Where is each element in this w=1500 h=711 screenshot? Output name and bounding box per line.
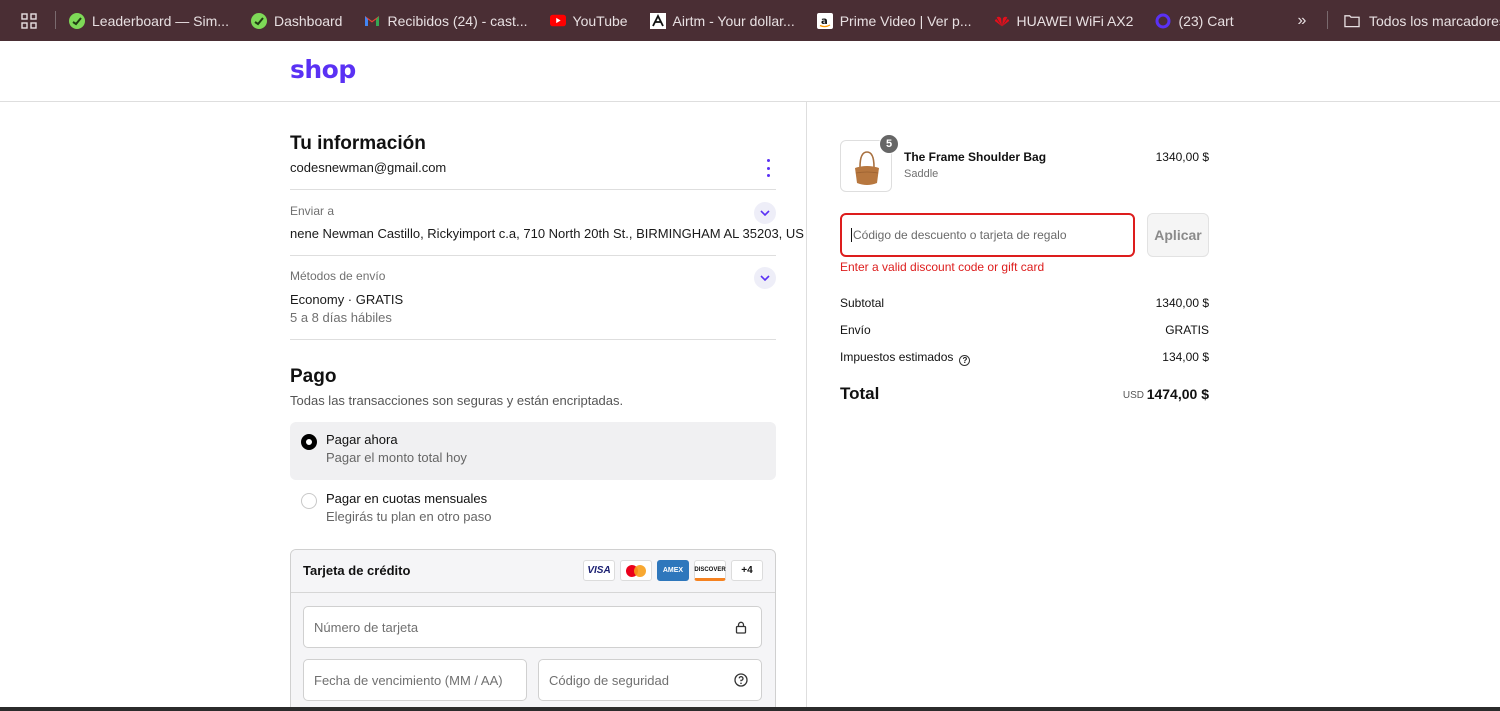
bookmark-gmail[interactable]: Recibidos (24) - cast... — [353, 0, 538, 41]
security-code-field[interactable]: Código de seguridad — [538, 659, 762, 701]
total-label: Total — [840, 384, 880, 403]
shipping-address: nene Newman Castillo, Rickyimport c.a, 7… — [290, 226, 804, 241]
folder-icon — [1344, 13, 1360, 29]
divider — [290, 339, 776, 340]
credit-card-header: Tarjeta de crédito VISA AMEX DISCOVER +4 — [291, 550, 775, 593]
discover-icon: DISCOVER — [694, 560, 726, 581]
text-caret — [851, 228, 852, 242]
taxes-label: Impuestos estimados — [840, 350, 954, 364]
quantity-badge: 5 — [879, 134, 899, 154]
bookmark-huawei[interactable]: HUAWEI WiFi AX2 — [983, 0, 1145, 41]
divider — [290, 189, 776, 190]
shop-logo[interactable]: shop — [290, 55, 356, 84]
security-code-placeholder: Código de seguridad — [549, 672, 669, 688]
shipping-days: 5 a 8 días hábiles — [290, 310, 392, 325]
pay-now-radio[interactable] — [301, 434, 317, 450]
shipping-row: Envío GRATIS — [840, 323, 1210, 337]
help-circle-icon[interactable] — [734, 673, 748, 687]
card-number-field[interactable]: Número de tarjeta — [303, 606, 762, 648]
shipping-methods-label: Métodos de envío — [290, 269, 386, 283]
leaderboard-favicon — [69, 12, 85, 29]
airtm-icon — [649, 12, 666, 29]
youtube-icon — [549, 13, 566, 29]
card-brands: VISA AMEX DISCOVER +4 — [583, 560, 763, 581]
pay-now-desc: Pagar el monto total hoy — [326, 450, 467, 465]
total-value: 1474,00 $ — [1146, 386, 1209, 402]
bookmark-label: Airtm - Your dollar... — [672, 12, 795, 29]
bottom-strip — [0, 707, 1500, 711]
folder-label: Todos los marcadores — [1369, 12, 1500, 29]
amazon-icon: a — [816, 12, 833, 29]
gmail-icon — [364, 13, 380, 29]
bookmark-label: Recibidos (24) - cast... — [387, 12, 528, 29]
taxes-value: 134,00 $ — [1162, 350, 1209, 364]
subtotal-label: Subtotal — [840, 296, 885, 310]
column-divider — [806, 102, 807, 707]
divider — [290, 255, 776, 256]
product-price: 1340,00 $ — [1155, 150, 1209, 164]
bookmark-label: Leaderboard — Sim... — [92, 12, 229, 29]
expiry-date-field[interactable]: Fecha de vencimiento (MM / AA) — [303, 659, 527, 701]
apply-button[interactable]: Aplicar — [1147, 213, 1209, 257]
total-currency: USD — [1122, 390, 1144, 401]
pay-installments-label: Pagar en cuotas mensuales — [326, 491, 488, 506]
bookmark-label: HUAWEI WiFi AX2 — [1016, 12, 1134, 29]
bookmark-prime-video[interactable]: a Prime Video | Ver p... — [806, 0, 983, 41]
svg-text:a: a — [821, 16, 828, 27]
product-variant: Saddle — [904, 168, 939, 180]
bookmark-label: Prime Video | Ver p... — [839, 12, 972, 29]
bookmark-label: Dashboard — [273, 12, 343, 29]
pay-installments-desc: Elegirás tu plan en otro paso — [326, 509, 492, 524]
product-name: The Frame Shoulder Bag — [904, 150, 1047, 164]
payment-title: Pago — [290, 366, 337, 387]
cart-favicon — [1155, 13, 1171, 29]
pay-now-option[interactable]: Pagar ahora Pagar el monto total hoy — [290, 422, 776, 480]
amex-icon: AMEX — [657, 560, 689, 581]
bookmark-label: YouTube — [572, 12, 628, 29]
discount-error-message: Enter a valid discount code or gift card — [840, 260, 1045, 274]
card-number-placeholder: Número de tarjeta — [314, 619, 419, 635]
credit-card-panel: Tarjeta de crédito VISA AMEX DISCOVER +4… — [290, 549, 776, 711]
bookmark-label: (23) Cart — [1178, 12, 1234, 29]
bookmark-leaderboard[interactable]: Leaderboard — Sim... — [58, 0, 240, 41]
discount-code-input[interactable]: Código de descuento o tarjeta de regalo — [840, 213, 1135, 257]
payment-subtitle: Todas las transacciones son seguras y es… — [290, 393, 624, 408]
mastercard-icon — [620, 560, 652, 581]
all-bookmarks-folder[interactable]: Todos los marcadores — [1344, 0, 1500, 41]
expiry-placeholder: Fecha de vencimiento (MM / AA) — [314, 672, 503, 688]
pay-installments-option[interactable]: Pagar en cuotas mensuales Elegirás tu pl… — [290, 481, 776, 539]
bookmark-airtm[interactable]: Airtm - Your dollar... — [639, 0, 806, 41]
dashboard-favicon — [250, 12, 267, 29]
bookmark-dashboard[interactable]: Dashboard — [240, 0, 354, 41]
ship-to-chevron-down-icon[interactable] — [754, 202, 776, 224]
shipping-method: Economy · GRATIS — [290, 292, 404, 307]
bookmark-cart[interactable]: (23) Cart — [1144, 0, 1244, 41]
bookmarks-bar: Leaderboard — Sim... Dashboard Recibidos… — [0, 0, 1500, 41]
ship-to-label: Enviar a — [290, 204, 335, 218]
more-brands-badge: +4 — [731, 560, 763, 581]
huawei-icon — [994, 13, 1010, 29]
subtotal-value: 1340,00 $ — [1155, 296, 1209, 310]
visa-icon: VISA — [583, 560, 615, 581]
shipping-label: Envío — [840, 323, 871, 337]
more-options-icon[interactable] — [762, 159, 774, 177]
bookmarks-divider — [1327, 11, 1328, 29]
subtotal-row: Subtotal 1340,00 $ — [840, 296, 1210, 310]
pay-installments-radio[interactable] — [301, 493, 317, 509]
bookmark-youtube[interactable]: YouTube — [539, 0, 639, 41]
discount-placeholder: Código de descuento o tarjeta de regalo — [853, 228, 1067, 242]
shipping-value: GRATIS — [1165, 323, 1209, 337]
taxes-row: Impuestos estimados? 134,00 $ — [840, 350, 1210, 366]
shop-header: shop — [0, 41, 1500, 102]
more-bookmarks-icon[interactable]: » — [1290, 0, 1314, 41]
info-title: Tu información — [290, 133, 426, 154]
apps-grid-icon[interactable] — [0, 0, 58, 41]
lock-icon — [734, 620, 748, 634]
pay-now-label: Pagar ahora — [326, 432, 398, 447]
question-circle-icon[interactable]: ? — [959, 355, 971, 366]
credit-card-title: Tarjeta de crédito — [303, 563, 411, 578]
contact-email: codesnewman@gmail.com — [290, 160, 447, 175]
shipping-methods-chevron-down-icon[interactable] — [754, 267, 776, 289]
